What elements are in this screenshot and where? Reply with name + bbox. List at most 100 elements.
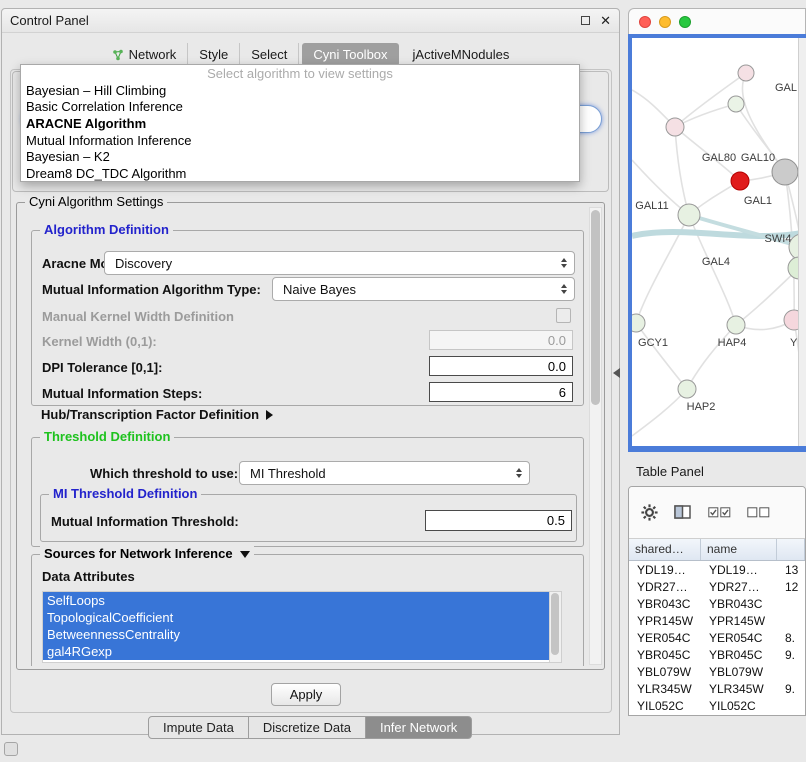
dropdown-item[interactable]: Bayesian – Hill Climbing [21, 82, 579, 99]
table-row[interactable]: YDR27…YDR27…12 [629, 578, 805, 595]
close-traffic-light[interactable] [639, 16, 651, 28]
table-row[interactable]: YBR045CYBR045C9. [629, 646, 805, 663]
dropdown-item[interactable]: Dream8 DC_TDC Algorithm [21, 165, 579, 182]
node-label: GCY1 [638, 337, 668, 349]
kernel-width-input[interactable] [429, 330, 573, 350]
table-body: YDL19…YDL19…13 YDR27…YDR27…12 YBR043CYBR… [629, 561, 805, 714]
node-gcy1[interactable] [632, 314, 645, 332]
tab-label: Discretize Data [263, 720, 351, 735]
mi-threshold-input[interactable] [425, 510, 572, 531]
tab-label: Select [251, 47, 287, 62]
table-row[interactable]: YLR345WYLR345W9. [629, 680, 805, 697]
attribute-list-scrollbar-thumb[interactable] [551, 593, 559, 655]
tab-cyni-toolbox[interactable]: Cyni Toolbox [302, 43, 398, 66]
aracne-mode-combo[interactable]: Discovery [104, 251, 575, 275]
attribute-item-selected[interactable]: SelfLoops [43, 592, 549, 609]
node-label: SWI4 [765, 233, 792, 245]
tab-label: Style [199, 47, 228, 62]
apply-button[interactable]: Apply [271, 683, 341, 706]
combo-value: Discovery [115, 256, 172, 271]
dpi-tolerance-input[interactable] [429, 356, 573, 376]
manual-kernel-checkbox[interactable] [556, 308, 571, 323]
settings-scrollbar[interactable] [589, 207, 602, 665]
dropdown-item[interactable]: Mutual Information Inference [21, 132, 579, 149]
table-row[interactable]: YBL079WYBL079W [629, 663, 805, 680]
dropdown-item[interactable]: Bayesian – K2 [21, 148, 579, 165]
hub-definition-toggle[interactable]: Hub/Transcription Factor Definition [41, 407, 273, 422]
tab-impute-data[interactable]: Impute Data [148, 716, 249, 739]
tab-discretize-data[interactable]: Discretize Data [248, 716, 366, 739]
column-header-extra[interactable] [777, 539, 805, 560]
tab-network[interactable]: Network [101, 43, 189, 66]
cell: YDL19… [629, 563, 701, 577]
tab-style[interactable]: Style [188, 43, 240, 66]
cyni-algorithm-settings-group: Cyni Algorithm Settings Algorithm Defini… [16, 202, 605, 670]
gear-icon[interactable] [641, 504, 658, 521]
table-header: shared… name [629, 539, 805, 561]
cell: 13 [777, 563, 805, 577]
tab-jactivemnodules[interactable]: jActiveMNodules [402, 43, 521, 66]
table-row[interactable]: YER054CYER054C8. [629, 629, 805, 646]
node[interactable] [738, 65, 754, 81]
cell: YDL19… [701, 563, 777, 577]
control-panel-titlebar: Control Panel ✕ [2, 9, 619, 33]
table-row[interactable]: YPR145WYPR145W [629, 612, 805, 629]
node-gal10[interactable] [772, 159, 798, 185]
show-columns-icon[interactable] [674, 505, 692, 520]
mi-steps-input[interactable] [429, 382, 573, 402]
zoom-traffic-light[interactable] [679, 16, 691, 28]
cell: 9. [777, 648, 805, 662]
table-row[interactable]: YDL19…YDL19…13 [629, 561, 805, 578]
node-label: GAL80 [702, 152, 736, 164]
combo-arrows-icon [561, 284, 567, 294]
cell: YLR345W [701, 682, 777, 696]
table-panel-window: shared… name YDL19…YDL19…13 YDR27…YDR27…… [628, 486, 806, 716]
tab-label: Network [129, 47, 177, 62]
node-selected-red[interactable] [731, 172, 749, 190]
threshold-definition-group: Threshold Definition Which threshold to … [31, 437, 584, 547]
cell: YDR27… [629, 580, 701, 594]
table-row[interactable]: YIL052CYIL052C [629, 697, 805, 714]
sources-toggle[interactable]: Sources for Network Inference [40, 546, 254, 561]
collapsed-panel-handle[interactable] [4, 742, 18, 756]
column-header-shared-name[interactable]: shared… [629, 539, 701, 560]
cell: YPR145W [629, 614, 701, 628]
tab-infer-network[interactable]: Infer Network [365, 716, 472, 739]
settings-scrollbar-thumb[interactable] [591, 210, 600, 405]
node-label: HAP4 [718, 337, 747, 349]
deselect-all-icon[interactable] [747, 506, 770, 519]
network-scrollbar[interactable] [798, 38, 806, 446]
attribute-list-scrollbar[interactable] [549, 592, 561, 662]
node-hap4[interactable] [727, 316, 745, 334]
mi-type-combo[interactable]: Naive Bayes [272, 277, 575, 301]
attribute-item-selected[interactable]: BetweennessCentrality [43, 626, 549, 643]
attribute-item-selected[interactable]: gal4RGexp [43, 643, 549, 660]
data-attributes-label: Data Attributes [42, 569, 135, 584]
node[interactable] [666, 118, 684, 136]
node-hap2[interactable] [678, 380, 696, 398]
sources-title: Sources for Network Inference [44, 546, 233, 561]
algorithm-definition-group: Algorithm Definition Aracne Mode: Discov… [31, 230, 584, 406]
column-header-name[interactable]: name [701, 539, 777, 560]
collapsed-arrow-icon [266, 410, 273, 420]
splitter-collapse-arrow[interactable] [613, 368, 620, 378]
cell: YBL079W [629, 665, 701, 679]
tab-select[interactable]: Select [240, 43, 299, 66]
apply-label: Apply [290, 687, 323, 702]
minimize-traffic-light[interactable] [659, 16, 671, 28]
cell: YBL079W [701, 665, 777, 679]
float-window-icon[interactable] [581, 16, 590, 25]
node-gal11[interactable] [678, 204, 700, 226]
combo-value: Naive Bayes [283, 282, 356, 297]
combo-value: MI Threshold [250, 466, 326, 481]
dropdown-item-selected[interactable]: ARACNE Algorithm [21, 115, 579, 132]
node[interactable] [728, 96, 744, 112]
which-threshold-combo[interactable]: MI Threshold [239, 461, 530, 485]
dropdown-item[interactable]: Basic Correlation Inference [21, 98, 579, 115]
attribute-item-selected[interactable]: TopologicalCoefficient [43, 609, 549, 626]
cell: YLR345W [629, 682, 701, 696]
close-icon[interactable]: ✕ [600, 14, 611, 27]
select-all-checks-icon[interactable] [708, 506, 731, 519]
network-canvas[interactable]: GAL GAL80 GAL10 GAL11 GAL1 SWI4 GAL4 GCY… [632, 38, 806, 446]
table-row[interactable]: YBR043CYBR043C [629, 595, 805, 612]
